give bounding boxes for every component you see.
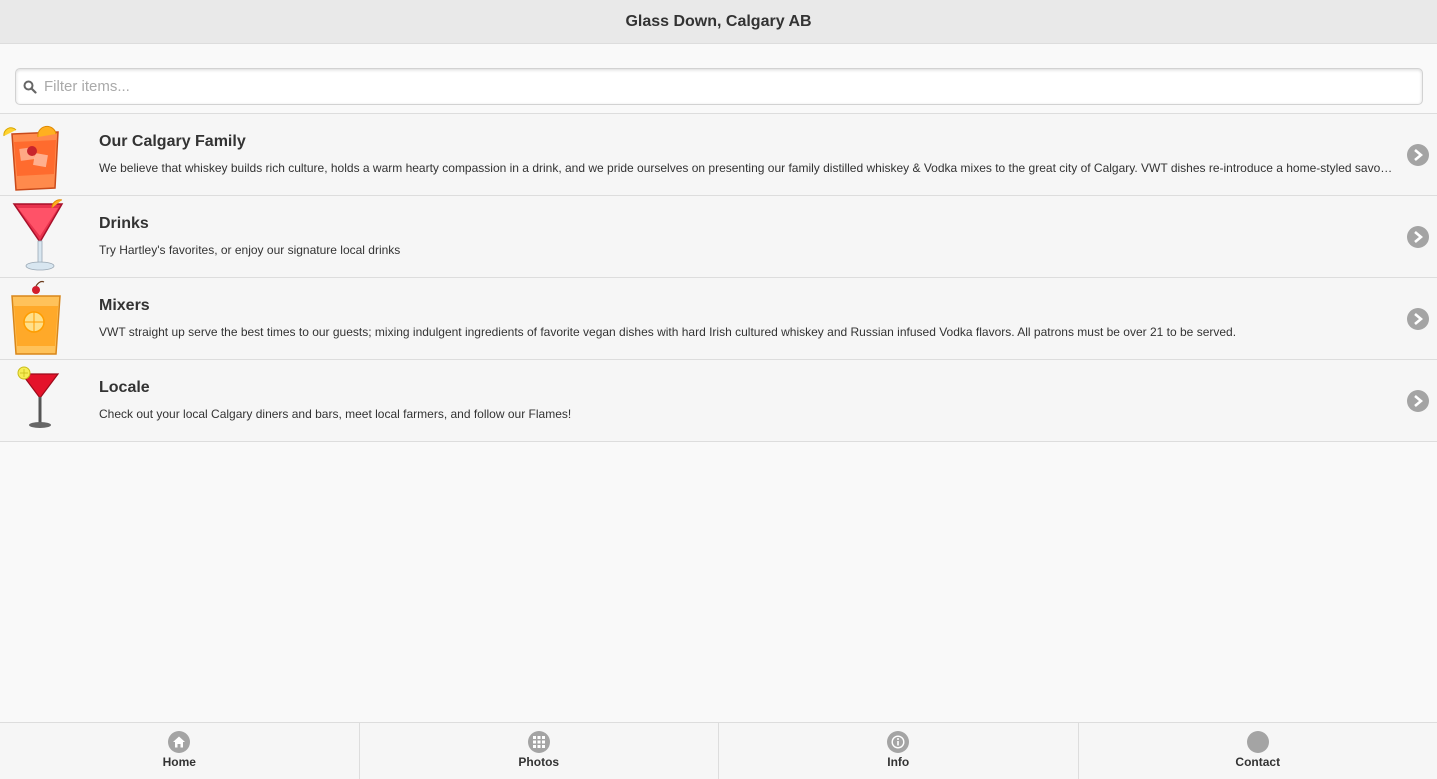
tab-label: Contact bbox=[1235, 755, 1281, 769]
tab-label: Home bbox=[162, 755, 196, 769]
item-description: Try Hartley's favorites, or enjoy our si… bbox=[99, 243, 401, 257]
item-title: Locale bbox=[99, 379, 150, 396]
orange-cocktail-glass-icon bbox=[0, 278, 80, 358]
item-list: Our Calgary Family We believe that whisk… bbox=[0, 113, 1437, 442]
martini-glass-icon bbox=[0, 360, 80, 440]
chevron-right-icon bbox=[1407, 144, 1429, 166]
home-icon bbox=[168, 731, 191, 753]
grid-icon bbox=[527, 731, 550, 753]
item-title: Our Calgary Family bbox=[99, 133, 246, 150]
list-item-mixers[interactable]: Mixers VWT straight up serve the best ti… bbox=[0, 278, 1437, 360]
chevron-right-icon bbox=[1407, 308, 1429, 330]
list-item-our-calgary-family[interactable]: Our Calgary Family We believe that whisk… bbox=[0, 114, 1437, 196]
item-description: We believe that whiskey builds rich cult… bbox=[99, 161, 1395, 175]
tab-label: Info bbox=[887, 755, 910, 769]
page-title: Glass Down, Calgary AB bbox=[625, 12, 812, 30]
chevron-right-icon bbox=[1407, 390, 1429, 412]
search-icon bbox=[16, 80, 44, 94]
filter-bar[interactable] bbox=[15, 68, 1423, 105]
old-fashioned-glass-icon bbox=[0, 114, 80, 194]
tab-info[interactable]: Info bbox=[719, 723, 1079, 779]
item-description: Check out your local Calgary diners and … bbox=[99, 407, 572, 421]
filter-input[interactable] bbox=[44, 69, 1422, 104]
list-item-locale[interactable]: Locale Check out your local Calgary dine… bbox=[0, 360, 1437, 442]
item-title: Drinks bbox=[99, 215, 149, 232]
item-description: VWT straight up serve the best times to … bbox=[99, 325, 1237, 339]
contact-icon bbox=[1246, 731, 1269, 753]
app-header: Glass Down, Calgary AB bbox=[0, 0, 1437, 44]
cosmopolitan-glass-icon bbox=[0, 196, 80, 276]
tab-bar: Home Photos Info Contact bbox=[0, 722, 1437, 779]
chevron-right-icon bbox=[1407, 226, 1429, 248]
tab-home[interactable]: Home bbox=[0, 723, 360, 779]
item-title: Mixers bbox=[99, 297, 150, 314]
tab-label: Photos bbox=[518, 755, 560, 769]
tab-photos[interactable]: Photos bbox=[360, 723, 719, 779]
list-item-drinks[interactable]: Drinks Try Hartley's favorites, or enjoy… bbox=[0, 196, 1437, 278]
tab-contact[interactable]: Contact bbox=[1079, 723, 1437, 779]
info-icon bbox=[887, 731, 910, 753]
